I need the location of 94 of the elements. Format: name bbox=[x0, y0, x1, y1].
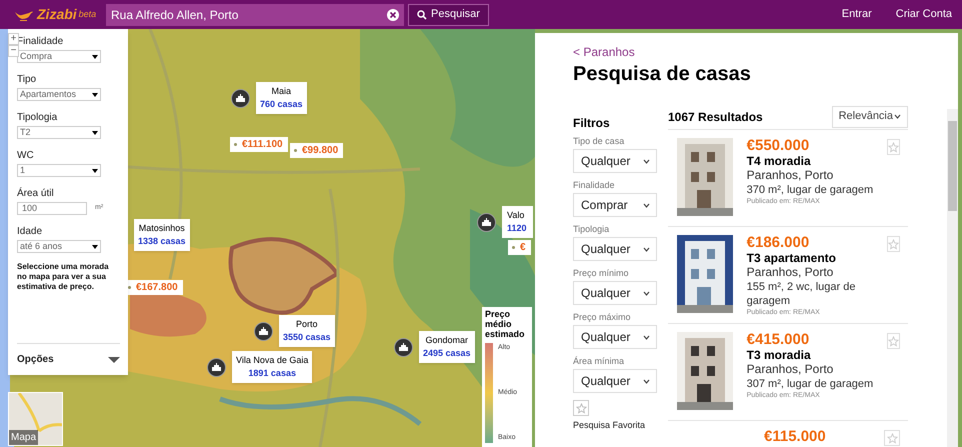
field-label: Idade bbox=[17, 226, 44, 238]
filter-label: Preço máximo bbox=[573, 312, 632, 323]
building-icon[interactable] bbox=[477, 212, 496, 232]
filter-label: Preço mínimo bbox=[573, 268, 630, 279]
caret-icon bbox=[108, 356, 120, 362]
field-label: Finalidade bbox=[17, 36, 64, 48]
field-label: Tipologia bbox=[17, 112, 58, 124]
building-icon[interactable] bbox=[231, 88, 250, 108]
header-link[interactable]: Criar Conta bbox=[896, 6, 952, 23]
listing-title: T4 moradia bbox=[746, 154, 812, 168]
listing-details: 155 m², 2 wc, lugar de garagem bbox=[746, 280, 856, 308]
filters-heading: Filtros bbox=[573, 116, 611, 130]
filter-select[interactable]: Qualquer bbox=[573, 281, 657, 305]
building-icon[interactable] bbox=[207, 358, 226, 376]
building-icon[interactable] bbox=[394, 338, 413, 356]
favorite-button[interactable] bbox=[886, 333, 900, 349]
page-title: Pesquisa de casas bbox=[573, 62, 752, 86]
listing-price: €115.000 bbox=[764, 429, 827, 445]
cluster-label[interactable]: Maia 760 casas bbox=[256, 82, 307, 114]
zoom-button[interactable]: − bbox=[8, 45, 19, 57]
cluster-label[interactable]: Matosinhos 1338 casas bbox=[134, 219, 190, 251]
star-icon bbox=[576, 402, 586, 414]
chevron-icon bbox=[643, 202, 650, 208]
scrollbar-thumb[interactable] bbox=[948, 121, 957, 211]
beta-label: beta bbox=[78, 8, 96, 21]
filter-label: Tipologia bbox=[573, 224, 610, 235]
clear-icon[interactable] bbox=[387, 8, 399, 20]
select-field[interactable]: T2 bbox=[17, 126, 101, 139]
hint-text: Seleccione uma morada no mapa para ver a sua estimativa de preço. bbox=[17, 262, 110, 292]
scrollbar[interactable] bbox=[947, 109, 958, 447]
filter-select[interactable]: Qualquer bbox=[573, 369, 657, 393]
listing-location: Paranhos, Porto bbox=[746, 362, 834, 377]
search-icon bbox=[417, 10, 427, 20]
chevron-icon bbox=[643, 378, 650, 384]
listing-price: €550.000 bbox=[746, 138, 810, 154]
listing-price: €415.000 bbox=[746, 332, 810, 348]
select-field[interactable]: 1 bbox=[17, 164, 101, 177]
favorite-button[interactable] bbox=[884, 430, 900, 446]
caret-icon bbox=[92, 92, 98, 96]
chevron-icon bbox=[643, 158, 650, 164]
filter-select[interactable]: Qualquer bbox=[573, 237, 657, 261]
star-icon bbox=[886, 432, 898, 444]
chevron-icon bbox=[894, 114, 901, 119]
caret-icon bbox=[92, 168, 98, 172]
favorite-label: Pesquisa Favorita bbox=[573, 419, 646, 432]
field-label: WC bbox=[17, 150, 35, 162]
favorite-button[interactable] bbox=[886, 236, 900, 252]
listing-details: 370 m², lugar de garagem bbox=[746, 183, 874, 197]
chevron-icon bbox=[643, 334, 650, 340]
input-field[interactable]: 100 bbox=[17, 202, 87, 215]
listing-title: T3 moradia bbox=[746, 348, 812, 362]
listing-price: €186.000 bbox=[746, 235, 810, 251]
filter-label: Finalidade bbox=[573, 180, 616, 191]
cluster-label[interactable]: Vila Nova de Gaia 1891 casas bbox=[232, 351, 312, 383]
header-link[interactable]: Entrar bbox=[842, 6, 872, 23]
favorite-button[interactable] bbox=[573, 400, 589, 416]
building-icon[interactable] bbox=[254, 322, 273, 340]
cluster-label[interactable]: Gondomar 2495 casas bbox=[419, 331, 475, 363]
legend-title: Preço médio estimado bbox=[485, 309, 526, 339]
back-link[interactable]: < Paranhos bbox=[573, 45, 958, 59]
filter-select[interactable]: Qualquer bbox=[573, 325, 657, 349]
map-type-button[interactable]: Mapa bbox=[8, 392, 63, 446]
filter-label: Área mínima bbox=[573, 356, 626, 367]
filter-select[interactable]: Qualquer bbox=[573, 149, 657, 173]
caret-icon bbox=[92, 244, 98, 248]
search-field[interactable]: Rua Alfredo Allen, Porto bbox=[106, 4, 404, 26]
results-count: 1067 Resultados bbox=[668, 108, 763, 126]
options-toggle[interactable]: Opções bbox=[17, 343, 120, 367]
search-button[interactable]: Pesquisar bbox=[408, 4, 489, 26]
caret-icon bbox=[92, 130, 98, 134]
sort-dropdown[interactable]: Relevância bbox=[832, 106, 908, 128]
star-icon bbox=[888, 142, 899, 152]
cluster-label[interactable]: Porto 3550 casas bbox=[279, 315, 335, 347]
listing-location: Paranhos, Porto bbox=[746, 265, 834, 280]
listing-location: Paranhos, Porto bbox=[746, 168, 834, 183]
filter-select[interactable]: Comprar bbox=[573, 193, 657, 217]
cluster-label[interactable]: Valo 1120 bbox=[502, 206, 533, 238]
star-icon bbox=[888, 336, 899, 346]
star-icon bbox=[888, 238, 899, 250]
caret-icon bbox=[92, 54, 98, 58]
select-field[interactable]: Compra bbox=[17, 50, 101, 63]
listing-details: 307 m², lugar de garagem bbox=[746, 377, 874, 391]
field-label: Tipo bbox=[17, 74, 38, 86]
listing-title: T3 apartamento bbox=[746, 251, 837, 265]
chevron-icon bbox=[643, 290, 650, 296]
filter-label: Tipo de casa bbox=[573, 136, 626, 147]
lamp-icon bbox=[14, 8, 34, 20]
select-field[interactable]: até 6 anos bbox=[17, 240, 101, 253]
zoom-button[interactable]: + bbox=[8, 33, 19, 45]
logo[interactable]: Zizabi bbox=[37, 4, 77, 25]
select-field[interactable]: Apartamentos bbox=[17, 88, 101, 101]
chevron-icon bbox=[643, 246, 650, 252]
field-label: Área útil bbox=[17, 188, 55, 200]
favorite-button[interactable] bbox=[886, 139, 900, 155]
